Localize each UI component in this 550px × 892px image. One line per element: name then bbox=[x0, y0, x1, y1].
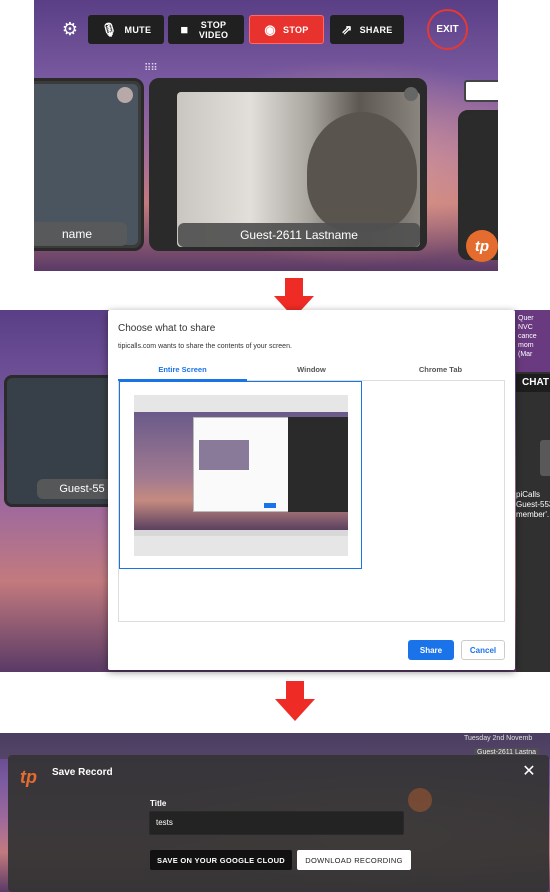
save-google-cloud-button[interactable]: SAVE ON YOUR GOOGLE CLOUD bbox=[150, 850, 292, 870]
title-input[interactable]: tests bbox=[149, 811, 404, 835]
chat-input[interactable] bbox=[464, 80, 498, 102]
title-label: Title bbox=[150, 799, 167, 808]
chat-line: piCalls bbox=[516, 490, 541, 499]
chat-header: CHAT bbox=[516, 374, 550, 392]
record-icon: ◉ bbox=[264, 21, 277, 37]
save-record-screenshot: Tuesday 2nd Novemb Guest-2611 Lastna tp … bbox=[0, 733, 550, 892]
close-icon[interactable]: ✕ bbox=[521, 764, 537, 780]
share-source-list bbox=[118, 381, 505, 622]
arrow-down-icon bbox=[273, 681, 317, 721]
status-dot bbox=[117, 87, 133, 103]
tipicalls-logo: tp bbox=[466, 230, 498, 262]
participant-name: Guest-2611 Lastname bbox=[178, 223, 420, 247]
drag-handle-icon[interactable]: ⠿⠿ bbox=[144, 63, 158, 74]
call-screenshot: ⚙ 🎙 MUTE ■ STOP VIDEO ◉ STOP ⇗ SHARE EXI… bbox=[34, 0, 498, 271]
video-camera-icon: ■ bbox=[180, 21, 189, 37]
share-button[interactable]: ⇗ SHARE bbox=[330, 15, 404, 44]
tab-chrome-tab[interactable]: Chrome Tab bbox=[376, 363, 505, 381]
share-screen-icon: ⇗ bbox=[341, 21, 353, 37]
video-feed bbox=[34, 84, 138, 245]
chat-line: member'. bbox=[516, 510, 550, 519]
stop-video-label: STOP VIDEO bbox=[198, 19, 229, 40]
tab-window[interactable]: Window bbox=[247, 363, 376, 381]
stop-label: STOP bbox=[283, 24, 309, 35]
mute-button[interactable]: 🎙 MUTE bbox=[88, 15, 164, 44]
participant-tile-main[interactable]: Guest-2611 Lastname bbox=[149, 78, 427, 251]
chat-message: Quer NVC cance mom (Mar bbox=[516, 310, 550, 372]
cancel-button[interactable]: Cancel bbox=[461, 640, 505, 660]
tipicalls-logo: tp bbox=[20, 767, 37, 787]
share-confirm-button[interactable]: Share bbox=[408, 640, 454, 660]
chat-timestamp: Tuesday 2nd Novemb bbox=[464, 735, 533, 742]
participant-name: name bbox=[34, 222, 127, 246]
mute-label: MUTE bbox=[124, 24, 152, 35]
dialog-title: Choose what to share bbox=[118, 323, 216, 334]
share-label: SHARE bbox=[359, 24, 393, 35]
gear-icon[interactable]: ⚙ bbox=[61, 20, 79, 38]
modal-title: Save Record bbox=[52, 767, 113, 778]
dialog-subtitle: tipicalls.com wants to share the content… bbox=[118, 343, 292, 350]
tab-entire-screen[interactable]: Entire Screen bbox=[118, 363, 247, 381]
save-record-modal: tp Save Record ✕ Title tests SAVE ON YOU… bbox=[8, 755, 549, 892]
share-dialog: Choose what to share tipicalls.com wants… bbox=[108, 310, 515, 670]
download-recording-button[interactable]: DOWNLOAD RECORDING bbox=[297, 850, 411, 870]
person-silhouette bbox=[307, 112, 417, 232]
entire-screen-thumbnail[interactable] bbox=[119, 381, 362, 569]
participant-tile[interactable]: name bbox=[34, 78, 144, 251]
chat-text: piCalls Guest-553 member'. bbox=[516, 490, 550, 520]
stop-recording-button[interactable]: ◉ STOP bbox=[249, 15, 324, 44]
screen-preview bbox=[134, 395, 348, 556]
call-toolbar: ⚙ 🎙 MUTE ■ STOP VIDEO ◉ STOP ⇗ SHARE EXI… bbox=[34, 0, 498, 58]
chat-side-tab[interactable] bbox=[540, 440, 550, 476]
microphone-icon: 🎙 bbox=[100, 21, 118, 37]
signal-icon bbox=[404, 87, 418, 101]
chat-line: Guest-553 bbox=[516, 500, 550, 509]
share-tabs: Entire Screen Window Chrome Tab bbox=[118, 363, 505, 381]
stop-video-button[interactable]: ■ STOP VIDEO bbox=[168, 15, 244, 44]
background-logo bbox=[408, 788, 432, 812]
exit-button[interactable]: EXIT bbox=[427, 9, 468, 50]
